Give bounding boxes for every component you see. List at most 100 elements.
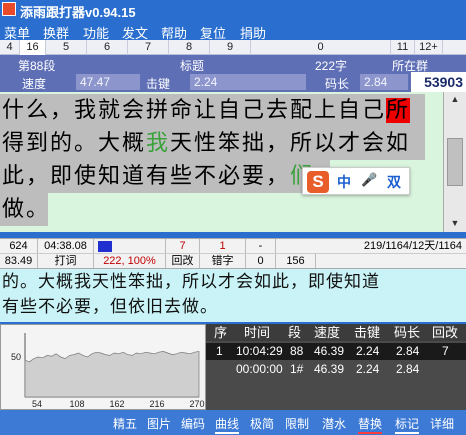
reference-line-1: 什么，我就会拼命让自己去配上自己所 — [0, 94, 425, 127]
bottom-button-lurk[interactable]: 潜水 — [322, 415, 346, 432]
status-bar-bottom: 83.49 打词 222, 100% 回改 错字 0 156 — [0, 254, 466, 269]
keystroke-label: 击键 — [146, 77, 171, 91]
typed-line-1: 的。大概我天性笨拙，所以才会如此，即使知道 — [2, 272, 380, 292]
reference-line-2-green: 我 — [146, 131, 171, 156]
history-header-code-length: 码长 — [394, 325, 421, 340]
bottom-button-limit[interactable]: 限制 — [285, 415, 309, 432]
history-header-speed: 速度 — [314, 325, 341, 340]
history-cell-keystroke: 2.24 — [356, 344, 380, 358]
ruler-cell: 11 — [391, 40, 415, 55]
status-bar-top: 624 04:38.08 7 1 - 219/1164/12天/1164 — [0, 238, 466, 254]
bottom-button-replace[interactable]: 替换 — [358, 415, 383, 434]
progress-fill — [98, 241, 112, 252]
bottom-button-image[interactable]: 图片 — [147, 415, 171, 432]
keystroke-value: 2.24 — [190, 74, 306, 90]
backspace-label: 回改 — [166, 254, 200, 268]
error-count: 7 — [166, 239, 200, 253]
speed-area-series — [24, 350, 200, 398]
history-row[interactable]: 1 10:04:29 88 46.39 2.24 2.84 7 — [206, 343, 466, 360]
history-cell-keystroke: 2.24 — [356, 362, 380, 376]
speed-value: 47.47 — [76, 74, 140, 90]
title-bar[interactable]: 添雨跟打器v0.94.15 — [0, 0, 466, 20]
history-header-row: 序 时间 段 速度 击键 码长 回改 — [206, 324, 466, 341]
history-header-keystroke: 击键 — [354, 325, 381, 340]
info-labels-row: 第88段 标题 222字 所在群 — [0, 55, 466, 73]
typing-label: 打词 — [38, 254, 94, 268]
history-cell-speed: 46.39 — [314, 344, 345, 358]
char-ruler: 4 16 5 6 7 8 9 0 11 12+ — [0, 40, 466, 55]
bottom-button-detail[interactable]: 详细 — [430, 415, 454, 432]
history-header-time: 时间 — [244, 325, 271, 340]
backspace-count: 1 — [200, 239, 246, 253]
ruler-cell: 12+ — [415, 40, 443, 55]
code-length-value: 2.84 — [360, 74, 408, 90]
reference-line-4: 做。 — [0, 193, 48, 226]
scroll-up-icon[interactable]: ▲ — [447, 94, 463, 106]
scroll-down-icon[interactable]: ▼ — [447, 218, 463, 230]
window-title: 添雨跟打器v0.94.15 — [20, 5, 136, 20]
typing-input-area[interactable]: 的。大概我天性笨拙，所以才会如此，即使知道 有些不必要，但依旧去做。 — [0, 269, 466, 322]
status-dash: - — [246, 239, 276, 253]
history-cell-backspace: 7 — [442, 344, 449, 358]
status-spacer — [316, 254, 466, 268]
ruler-cell: 9 — [210, 40, 251, 55]
reference-line-2-rest: 天性笨拙，所以才会如 — [170, 131, 411, 156]
ruler-cell: 8 — [169, 40, 210, 55]
info-values-row: 速度 47.47 击键 2.24 码长 2.84 — [0, 72, 466, 92]
bottom-button-curve[interactable]: 曲线 — [215, 415, 240, 434]
wrong-char-label: 错字 — [200, 254, 246, 268]
history-cell-time: 10:04:29 — [236, 344, 283, 358]
history-cell-time: 00:00:00 — [236, 362, 283, 376]
x-tick-label: 54 — [32, 399, 42, 409]
x-tick-label: 270 — [189, 399, 204, 409]
reference-line-4-text: 做。 — [2, 197, 51, 222]
ruler-cell: 6 — [87, 40, 128, 55]
x-tick-label: 162 — [109, 399, 124, 409]
reference-scrollbar[interactable]: ▲ ▼ — [443, 92, 466, 232]
app-icon — [2, 2, 16, 16]
code-length-label: 码长 — [325, 77, 350, 91]
typed-count: 624 — [0, 239, 38, 253]
instant-speed: 83.49 — [0, 254, 38, 268]
progress-indicator — [94, 239, 166, 253]
ruler-cell: 0 — [251, 40, 391, 55]
bottom-button-encoding[interactable]: 编码 — [181, 415, 205, 432]
history-cell-segment: 88 — [290, 344, 304, 358]
sogou-logo-icon[interactable]: S — [307, 171, 329, 193]
speed-curve-chart: 54 108 162 216 270 50 — [0, 324, 206, 410]
history-cell-code-length: 2.84 — [396, 344, 420, 358]
status-number: 156 — [276, 254, 316, 268]
history-cell-code-length: 2.84 — [396, 362, 420, 376]
bottom-button-jingwu[interactable]: 精五 — [113, 415, 137, 432]
x-tick-label: 108 — [69, 399, 84, 409]
y-tick-label: 50 — [11, 352, 21, 362]
ruler-cell: 4 — [0, 40, 20, 55]
scroll-thumb[interactable] — [447, 138, 463, 186]
history-header-index: 序 — [214, 325, 228, 340]
history-header-segment: 段 — [288, 325, 302, 340]
wrong-char-count: 0 — [246, 254, 276, 268]
article-progress: 219/1164/12天/1164 — [363, 240, 462, 252]
bottom-button-minimal[interactable]: 极简 — [250, 415, 274, 432]
speed-label: 速度 — [22, 77, 47, 91]
bottom-toolbar: 精五 图片 编码 曲线 极简 限制 潜水 替换 标记 详细 — [0, 410, 466, 435]
reference-text-area[interactable]: 什么，我就会拼命让自己去配上自己所 得到的。大概我天性笨拙，所以才会如 此，即使… — [0, 92, 443, 232]
reference-line-1-text: 什么，我就会拼命让自己去配上自己 — [2, 98, 387, 123]
history-header-backspace: 回改 — [432, 325, 459, 340]
history-row[interactable]: 00:00:00 1# 46.39 2.24 2.84 — [206, 361, 466, 378]
bottom-button-mark[interactable]: 标记 — [395, 415, 420, 434]
reference-line-3-text: 此，即使知道有些不必要， — [2, 164, 291, 189]
microphone-icon[interactable]: 🎤 — [361, 172, 377, 188]
ime-toolbar[interactable]: S 中 🎤 双 — [302, 167, 410, 195]
elapsed-time: 04:38.08 — [38, 239, 94, 253]
current-char-highlight: 所 — [386, 98, 411, 123]
ime-extra-button[interactable]: 双 — [387, 172, 401, 192]
x-tick-label: 216 — [149, 399, 164, 409]
accuracy-ratio: 222, 100% — [94, 254, 166, 268]
ime-mode-button[interactable]: 中 — [337, 172, 351, 192]
ruler-cell: 7 — [128, 40, 169, 55]
speed-chart-svg: 54 108 162 216 270 50 — [1, 325, 205, 409]
typed-line-2: 有些不必要，但依旧去做。 — [2, 297, 218, 317]
ruler-cell: 5 — [46, 40, 87, 55]
history-cell-segment: 1# — [290, 362, 304, 376]
